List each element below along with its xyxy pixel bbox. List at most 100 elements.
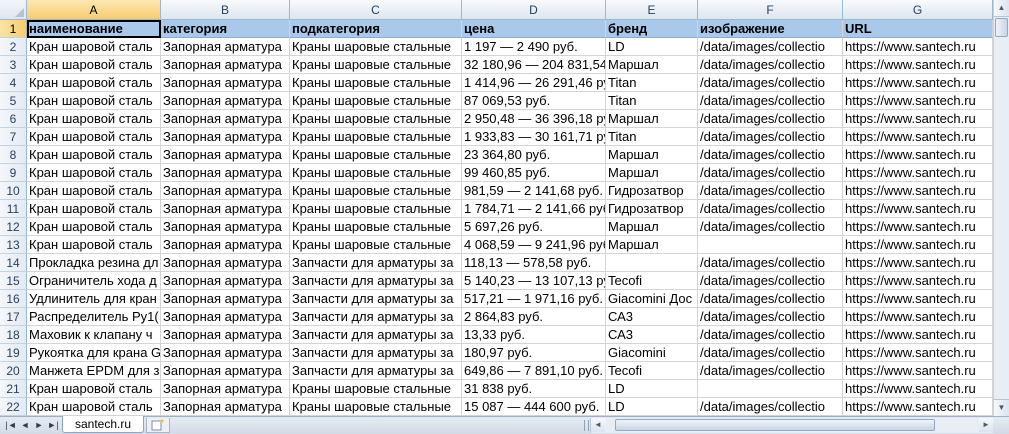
cell-a13[interactable]: Кран шаровой сталь	[27, 236, 161, 254]
cell-b14[interactable]: Запорная арматура	[161, 254, 290, 272]
row-header-16[interactable]: 16	[0, 290, 27, 308]
vertical-scroll-thumb[interactable]	[995, 18, 1008, 37]
cell-c15[interactable]: Запчасти для арматуры за	[290, 272, 462, 290]
cell-g10[interactable]: https://www.santech.ru	[843, 182, 993, 200]
cell-e17[interactable]: СА3	[606, 308, 698, 326]
cell-f4[interactable]: /data/images/collectio	[698, 74, 843, 92]
cell-a15[interactable]: Ограничитель хода д	[27, 272, 161, 290]
row-header-8[interactable]: 8	[0, 146, 27, 164]
cell-e3[interactable]: Маршал	[606, 56, 698, 74]
cell-f18[interactable]: /data/images/collectio	[698, 326, 843, 344]
cell-g17[interactable]: https://www.santech.ru	[843, 308, 993, 326]
cell-d4[interactable]: 1 414,96 — 26 291,46 ру	[462, 74, 606, 92]
cell-e21[interactable]: LD	[606, 380, 698, 398]
cell-d8[interactable]: 23 364,80 руб.	[462, 146, 606, 164]
row-header-12[interactable]: 12	[0, 218, 27, 236]
cell-f11[interactable]: /data/images/collectio	[698, 200, 843, 218]
cell-c1[interactable]: подкатегория	[290, 20, 462, 38]
row-header-4[interactable]: 4	[0, 74, 27, 92]
column-header-a[interactable]: A	[27, 0, 161, 20]
cell-e1[interactable]: бренд	[606, 20, 698, 38]
cell-d9[interactable]: 99 460,85 руб.	[462, 164, 606, 182]
cell-f21[interactable]	[698, 380, 843, 398]
cell-b21[interactable]: Запорная арматура	[161, 380, 290, 398]
cell-c14[interactable]: Запчасти для арматуры за	[290, 254, 462, 272]
cell-e5[interactable]: Titan	[606, 92, 698, 110]
cell-f17[interactable]: /data/images/collectio	[698, 308, 843, 326]
cell-g3[interactable]: https://www.santech.ru	[843, 56, 993, 74]
cell-g18[interactable]: https://www.santech.ru	[843, 326, 993, 344]
vertical-scrollbar[interactable]: ▲ ▼	[993, 0, 1009, 416]
column-header-f[interactable]: F	[698, 0, 843, 20]
cell-d21[interactable]: 31 838 руб.	[462, 380, 606, 398]
sheet-tab-santech[interactable]: santech.ru	[62, 416, 144, 433]
cell-b19[interactable]: Запорная арматура	[161, 344, 290, 362]
cell-g8[interactable]: https://www.santech.ru	[843, 146, 993, 164]
cell-g6[interactable]: https://www.santech.ru	[843, 110, 993, 128]
cell-c19[interactable]: Запчасти для арматуры за	[290, 344, 462, 362]
cell-g21[interactable]: https://www.santech.ru	[843, 380, 993, 398]
column-header-d[interactable]: D	[462, 0, 606, 20]
cell-a12[interactable]: Кран шаровой сталь	[27, 218, 161, 236]
cell-a17[interactable]: Распределитель Ру1(	[27, 308, 161, 326]
cell-a3[interactable]: Кран шаровой сталь	[27, 56, 161, 74]
cell-b22[interactable]: Запорная арматура	[161, 398, 290, 416]
cell-d17[interactable]: 2 864,83 руб.	[462, 308, 606, 326]
cell-c20[interactable]: Запчасти для арматуры за	[290, 362, 462, 380]
cell-e14[interactable]	[606, 254, 698, 272]
cell-f13[interactable]	[698, 236, 843, 254]
cell-g2[interactable]: https://www.santech.ru	[843, 38, 993, 56]
tab-split-handle[interactable]	[584, 420, 589, 431]
row-header-6[interactable]: 6	[0, 110, 27, 128]
row-header-20[interactable]: 20	[0, 362, 27, 380]
cell-g20[interactable]: https://www.santech.ru	[843, 362, 993, 380]
cell-c7[interactable]: Краны шаровые стальные	[290, 128, 462, 146]
last-sheet-icon[interactable]: ►|	[46, 419, 60, 432]
cell-f9[interactable]: /data/images/collectio	[698, 164, 843, 182]
cell-c8[interactable]: Краны шаровые стальные	[290, 146, 462, 164]
column-header-c[interactable]: C	[290, 0, 462, 20]
cell-a20[interactable]: Манжета EPDM для з	[27, 362, 161, 380]
cell-a10[interactable]: Кран шаровой сталь	[27, 182, 161, 200]
cell-f10[interactable]: /data/images/collectio	[698, 182, 843, 200]
prev-sheet-icon[interactable]: ◄	[18, 419, 32, 432]
cell-e4[interactable]: Titan	[606, 74, 698, 92]
cell-c9[interactable]: Краны шаровые стальные	[290, 164, 462, 182]
cell-e7[interactable]: Titan	[606, 128, 698, 146]
cell-d10[interactable]: 981,59 — 2 141,68 руб.	[462, 182, 606, 200]
cell-g15[interactable]: https://www.santech.ru	[843, 272, 993, 290]
horizontal-scroll-thumb[interactable]	[615, 419, 935, 431]
row-header-15[interactable]: 15	[0, 272, 27, 290]
cell-f8[interactable]: /data/images/collectio	[698, 146, 843, 164]
cell-g22[interactable]: https://www.santech.ru	[843, 398, 993, 416]
cell-a2[interactable]: Кран шаровой сталь	[27, 38, 161, 56]
row-header-3[interactable]: 3	[0, 56, 27, 74]
cell-c13[interactable]: Краны шаровые стальные	[290, 236, 462, 254]
row-header-22[interactable]: 22	[0, 398, 27, 416]
cell-b11[interactable]: Запорная арматура	[161, 200, 290, 218]
cell-e22[interactable]: LD	[606, 398, 698, 416]
next-sheet-icon[interactable]: ►	[32, 419, 46, 432]
cell-a9[interactable]: Кран шаровой сталь	[27, 164, 161, 182]
cell-f15[interactable]: /data/images/collectio	[698, 272, 843, 290]
row-header-18[interactable]: 18	[0, 326, 27, 344]
row-header-21[interactable]: 21	[0, 380, 27, 398]
cell-b18[interactable]: Запорная арматура	[161, 326, 290, 344]
cell-d1[interactable]: цена	[462, 20, 606, 38]
cell-d15[interactable]: 5 140,23 — 13 107,13 ру	[462, 272, 606, 290]
cell-d13[interactable]: 4 068,59 — 9 241,96 руб	[462, 236, 606, 254]
cell-g7[interactable]: https://www.santech.ru	[843, 128, 993, 146]
cell-d14[interactable]: 118,13 — 578,58 руб.	[462, 254, 606, 272]
cell-b5[interactable]: Запорная арматура	[161, 92, 290, 110]
cell-e13[interactable]: Маршал	[606, 236, 698, 254]
cell-e6[interactable]: Маршал	[606, 110, 698, 128]
cell-c3[interactable]: Краны шаровые стальные	[290, 56, 462, 74]
cell-b7[interactable]: Запорная арматура	[161, 128, 290, 146]
row-header-7[interactable]: 7	[0, 128, 27, 146]
cell-a5[interactable]: Кран шаровой сталь	[27, 92, 161, 110]
cell-e10[interactable]: Гидрозатвор	[606, 182, 698, 200]
cell-g11[interactable]: https://www.santech.ru	[843, 200, 993, 218]
cell-f12[interactable]: /data/images/collectio	[698, 218, 843, 236]
cell-f1[interactable]: изображение	[698, 20, 843, 38]
cell-e15[interactable]: Tecofi	[606, 272, 698, 290]
